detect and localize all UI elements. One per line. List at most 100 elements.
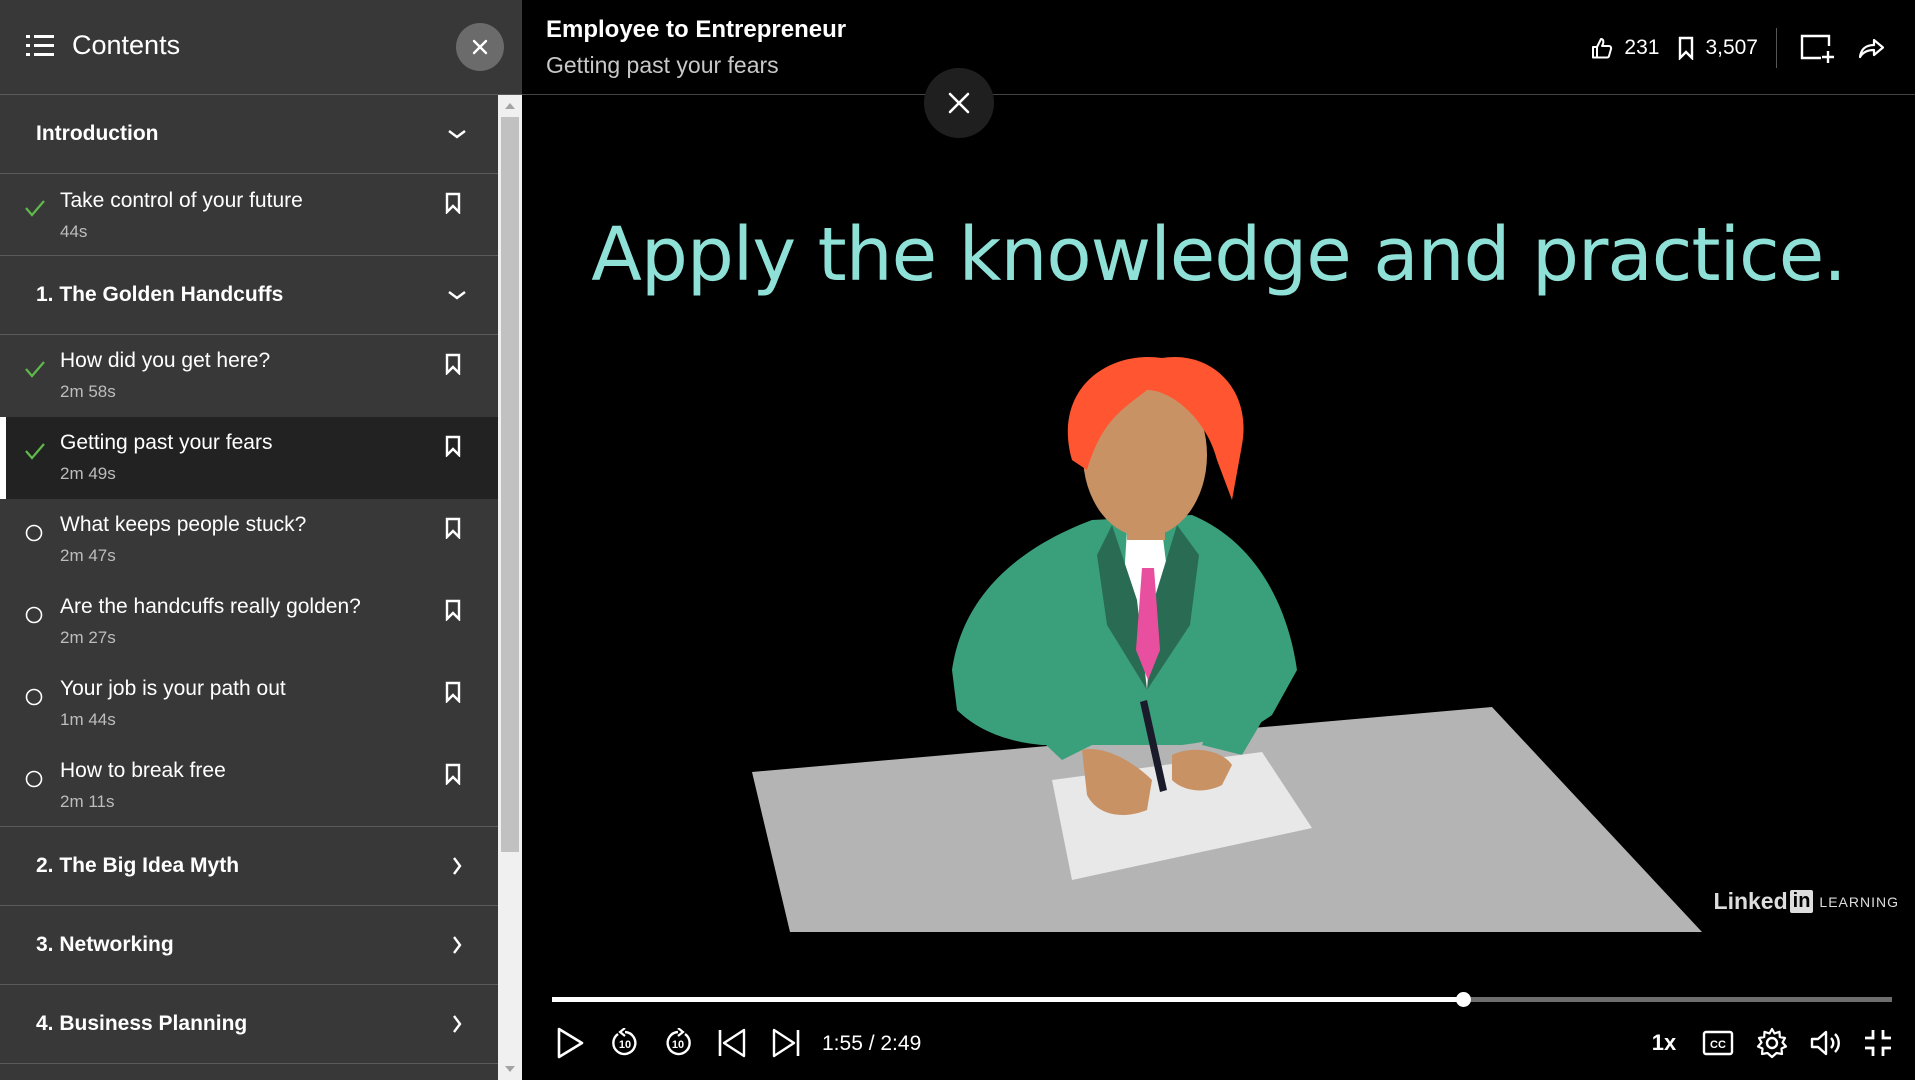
list-item[interactable]: Take control of your future 44s xyxy=(0,174,498,256)
video-player: Employee to Entrepreneur Getting past yo… xyxy=(522,0,1915,1080)
thumbs-up-icon xyxy=(1592,38,1613,59)
exit-fullscreen-icon xyxy=(1865,1030,1891,1056)
progress-fill xyxy=(552,997,1464,1002)
forward-10-button[interactable]: 10 xyxy=(660,1020,696,1066)
list-item[interactable]: What keeps people stuck? 2m 47s xyxy=(0,499,498,581)
list-item[interactable]: How did you get here? 2m 58s xyxy=(0,335,498,417)
contents-sidebar: Contents Introduction Take control of yo… xyxy=(0,0,522,1080)
bookmark-icon[interactable] xyxy=(445,681,461,708)
sidebar-scrollbar[interactable] xyxy=(498,95,522,1080)
video-title: Getting past your fears xyxy=(546,52,779,78)
player-controls: 10 10 1:55 / 2:49 1x CC xyxy=(522,1020,1915,1066)
divider xyxy=(1776,28,1777,68)
close-icon xyxy=(948,92,970,114)
circle-icon xyxy=(24,687,44,712)
item-title: How to break free xyxy=(60,759,226,782)
volume-icon xyxy=(1810,1030,1840,1056)
check-icon xyxy=(24,441,46,466)
item-title: Are the handcuffs really golden? xyxy=(60,595,361,618)
course-title[interactable]: Employee to Entrepreneur xyxy=(546,16,846,44)
chevron-down-icon xyxy=(446,123,468,150)
close-overlay-button[interactable] xyxy=(924,68,994,138)
share-button[interactable] xyxy=(1857,36,1885,60)
forward-10-icon: 10 xyxy=(666,1028,691,1056)
header-actions: 231 3,507 xyxy=(1572,28,1885,68)
svg-text:CC: CC xyxy=(1710,1039,1726,1051)
item-duration: 2m 27s xyxy=(60,628,116,647)
playback-speed-button[interactable]: 1x xyxy=(1646,1020,1682,1066)
item-title: Take control of your future xyxy=(60,189,303,212)
svg-text:10: 10 xyxy=(619,1039,631,1051)
list-item-active[interactable]: Getting past your fears 2m 49s xyxy=(0,417,498,499)
close-sidebar-button[interactable] xyxy=(456,23,504,71)
bookmark-icon[interactable] xyxy=(445,192,461,219)
closed-captions-icon: CC xyxy=(1702,1030,1734,1056)
section-networking[interactable]: 3. Networking xyxy=(0,906,498,985)
exit-fullscreen-button[interactable] xyxy=(1858,1020,1898,1066)
circle-icon xyxy=(24,523,44,548)
rewind-10-button[interactable]: 10 xyxy=(607,1020,643,1066)
circle-icon xyxy=(24,769,44,794)
progress-handle[interactable] xyxy=(1456,992,1472,1007)
skip-previous-icon xyxy=(718,1028,746,1058)
list-item[interactable]: How to break free 2m 11s xyxy=(0,745,498,827)
bookmark-icon[interactable] xyxy=(445,435,461,462)
check-icon xyxy=(24,359,46,384)
item-duration: 2m 58s xyxy=(60,382,116,401)
check-icon xyxy=(24,198,46,223)
settings-button[interactable] xyxy=(1752,1020,1792,1066)
item-duration: 1m 44s xyxy=(60,710,116,729)
rewind-10-icon: 10 xyxy=(612,1028,637,1056)
play-icon xyxy=(557,1027,584,1059)
speed-label: 1x xyxy=(1651,1030,1677,1055)
bookmark-icon[interactable] xyxy=(445,763,461,790)
share-icon xyxy=(1858,38,1885,59)
previous-button[interactable] xyxy=(714,1020,750,1066)
slide-caption: Apply the knowledge and practice. xyxy=(591,212,1847,298)
contents-list: Introduction Take control of your future… xyxy=(0,95,498,1064)
item-title: What keeps people stuck? xyxy=(60,513,307,536)
section-golden-handcuffs[interactable]: 1. The Golden Handcuffs xyxy=(0,256,498,335)
close-icon xyxy=(472,39,488,55)
time-display: 1:55 / 2:49 xyxy=(822,1032,922,1055)
header-divider xyxy=(522,94,1915,95)
list-item[interactable]: Are the handcuffs really golden? 2m 27s xyxy=(0,581,498,663)
scroll-down-arrow[interactable] xyxy=(505,1066,515,1072)
item-duration: 44s xyxy=(60,222,88,241)
gear-icon xyxy=(1756,1027,1788,1059)
bookmark-icon[interactable] xyxy=(445,353,461,380)
section-introduction[interactable]: Introduction xyxy=(0,95,498,174)
save-count: 3,507 xyxy=(1705,36,1758,59)
like-button[interactable]: 231 xyxy=(1590,36,1659,60)
add-to-collection-button[interactable] xyxy=(1799,32,1835,64)
svg-text:10: 10 xyxy=(672,1039,684,1051)
next-button[interactable] xyxy=(768,1020,804,1066)
section-business-planning[interactable]: 4. Business Planning xyxy=(0,985,498,1064)
section-big-idea-myth[interactable]: 2. The Big Idea Myth xyxy=(0,827,498,906)
slide-illustration xyxy=(752,356,1702,932)
play-button[interactable] xyxy=(552,1020,588,1066)
bookmark-icon xyxy=(1679,36,1694,60)
scrollbar-thumb[interactable] xyxy=(501,117,519,852)
linkedin-learning-logo: Linked in LEARNING xyxy=(1713,888,1899,914)
item-duration: 2m 49s xyxy=(60,464,116,483)
like-count: 231 xyxy=(1624,36,1660,59)
item-title: Your job is your path out xyxy=(60,677,286,700)
item-title: How did you get here? xyxy=(60,349,271,372)
section-title: 2. The Big Idea Myth xyxy=(36,854,240,877)
sidebar-header: Contents xyxy=(0,0,522,95)
save-button[interactable]: 3,507 xyxy=(1677,36,1758,60)
progress-bar[interactable] xyxy=(552,992,1892,1007)
bookmark-icon[interactable] xyxy=(445,599,461,626)
bookmark-icon[interactable] xyxy=(445,517,461,544)
captions-button[interactable]: CC xyxy=(1698,1020,1738,1066)
list-item[interactable]: Your job is your path out 1m 44s xyxy=(0,663,498,745)
scroll-up-arrow[interactable] xyxy=(505,103,515,109)
list-icon xyxy=(26,34,54,63)
volume-button[interactable] xyxy=(1806,1020,1846,1066)
section-title: 4. Business Planning xyxy=(36,1012,248,1035)
sidebar-title: Contents xyxy=(72,30,181,60)
chevron-right-icon xyxy=(446,855,468,882)
add-to-collection-icon xyxy=(1800,34,1834,63)
item-title: Getting past your fears xyxy=(60,431,273,454)
